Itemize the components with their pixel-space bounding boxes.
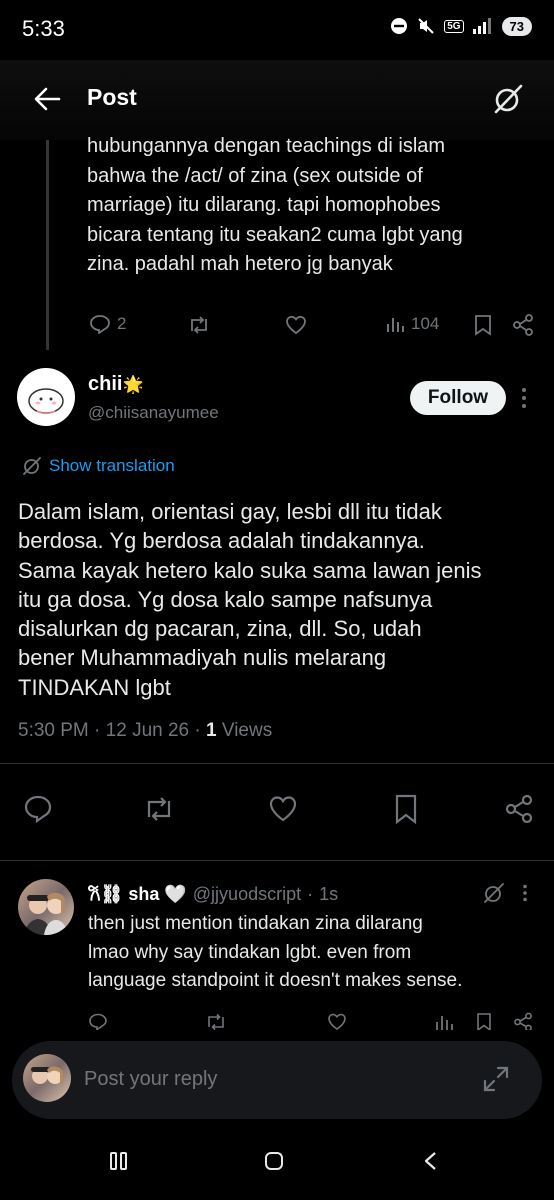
my-avatar bbox=[23, 1054, 71, 1102]
reply-body: then just mention tindakan zina dilarang… bbox=[88, 913, 463, 991]
views-label[interactable]: Views bbox=[222, 720, 272, 741]
views-count: 1 bbox=[206, 720, 217, 741]
avatar-illustration bbox=[28, 388, 64, 414]
status-icons: 5G 73 bbox=[390, 16, 532, 36]
top-bar bbox=[0, 60, 554, 140]
more-options-icon[interactable] bbox=[520, 387, 528, 409]
battery-indicator: 73 bbox=[501, 16, 532, 36]
reply-time: 1s bbox=[319, 883, 339, 904]
grok-translate-icon[interactable] bbox=[483, 882, 505, 904]
previous-reply-button[interactable]: 2 bbox=[89, 314, 126, 334]
author-name[interactable]: chii🌟 bbox=[88, 373, 144, 396]
like-icon[interactable] bbox=[268, 795, 298, 823]
previous-views-button[interactable]: 104 bbox=[385, 314, 439, 334]
do-not-disturb-icon bbox=[391, 18, 408, 34]
bookmark-icon[interactable] bbox=[474, 314, 492, 336]
reply-count: 2 bbox=[117, 314, 127, 333]
reply-icon bbox=[90, 315, 110, 334]
star-emoji: 🌟 bbox=[122, 375, 144, 394]
back-arrow-icon[interactable] bbox=[33, 86, 61, 112]
bookmark-icon[interactable] bbox=[394, 794, 418, 824]
reply-author-avatar[interactable] bbox=[18, 879, 74, 935]
share-icon[interactable] bbox=[513, 1012, 533, 1032]
divider bbox=[0, 860, 554, 861]
repost-icon[interactable] bbox=[187, 315, 211, 335]
previous-post-text: hubungannya dengan teachings di islam ba… bbox=[87, 135, 463, 275]
post-time: 5:30 PM bbox=[18, 720, 89, 741]
avatar-photo bbox=[31, 1066, 63, 1084]
share-icon[interactable] bbox=[504, 794, 534, 824]
thread-connector-line bbox=[46, 140, 49, 350]
page-title: Post bbox=[87, 84, 137, 110]
repost-icon[interactable] bbox=[142, 795, 176, 823]
status-time: 5:33 bbox=[22, 16, 65, 41]
reply-icon[interactable] bbox=[23, 794, 53, 824]
network-badge: 5G bbox=[444, 19, 464, 33]
expand-icon[interactable] bbox=[482, 1065, 510, 1093]
more-options-icon[interactable] bbox=[522, 884, 528, 902]
reply-author-name[interactable]: 𐙚⛓ sha 🤍 bbox=[88, 882, 187, 906]
show-translation-link[interactable]: Show translation bbox=[22, 456, 175, 476]
views-icon bbox=[387, 318, 404, 332]
back-icon[interactable] bbox=[420, 1150, 442, 1172]
translate-icon bbox=[23, 457, 41, 475]
post-date: 12 Jun 26 bbox=[105, 720, 190, 741]
post-body: Dalam islam, orientasi gay, lesbi dll it… bbox=[18, 499, 482, 700]
reply-header: 𐙚⛓ sha 🤍 @jjyuodscript · 1s bbox=[88, 882, 339, 906]
like-icon[interactable] bbox=[285, 315, 307, 335]
reply-input[interactable] bbox=[82, 1067, 446, 1092]
follow-button[interactable]: Follow bbox=[410, 381, 506, 415]
reply-icon[interactable] bbox=[88, 1013, 108, 1031]
repost-icon[interactable] bbox=[205, 1013, 227, 1031]
share-icon[interactable] bbox=[512, 314, 534, 336]
divider bbox=[0, 763, 554, 764]
white-heart-emoji: 🤍 bbox=[164, 884, 187, 904]
home-icon[interactable] bbox=[263, 1150, 285, 1172]
grok-translate-icon[interactable] bbox=[492, 83, 524, 115]
views-icon[interactable] bbox=[435, 1013, 453, 1031]
post-meta: 5:30 PM · 12 Jun 26 · 1 Views bbox=[18, 720, 273, 741]
signal-icon bbox=[472, 18, 491, 34]
view-count: 104 bbox=[411, 314, 440, 333]
author-avatar[interactable] bbox=[17, 368, 75, 426]
reply-author-handle[interactable]: @jjyuodscript bbox=[193, 884, 301, 905]
author-handle[interactable]: @chiisanayumee bbox=[88, 403, 219, 423]
mute-icon bbox=[418, 18, 434, 34]
bookmark-icon[interactable] bbox=[476, 1012, 492, 1032]
like-icon[interactable] bbox=[327, 1013, 347, 1031]
avatar-photo bbox=[24, 892, 68, 935]
recent-apps-icon[interactable] bbox=[108, 1150, 130, 1172]
